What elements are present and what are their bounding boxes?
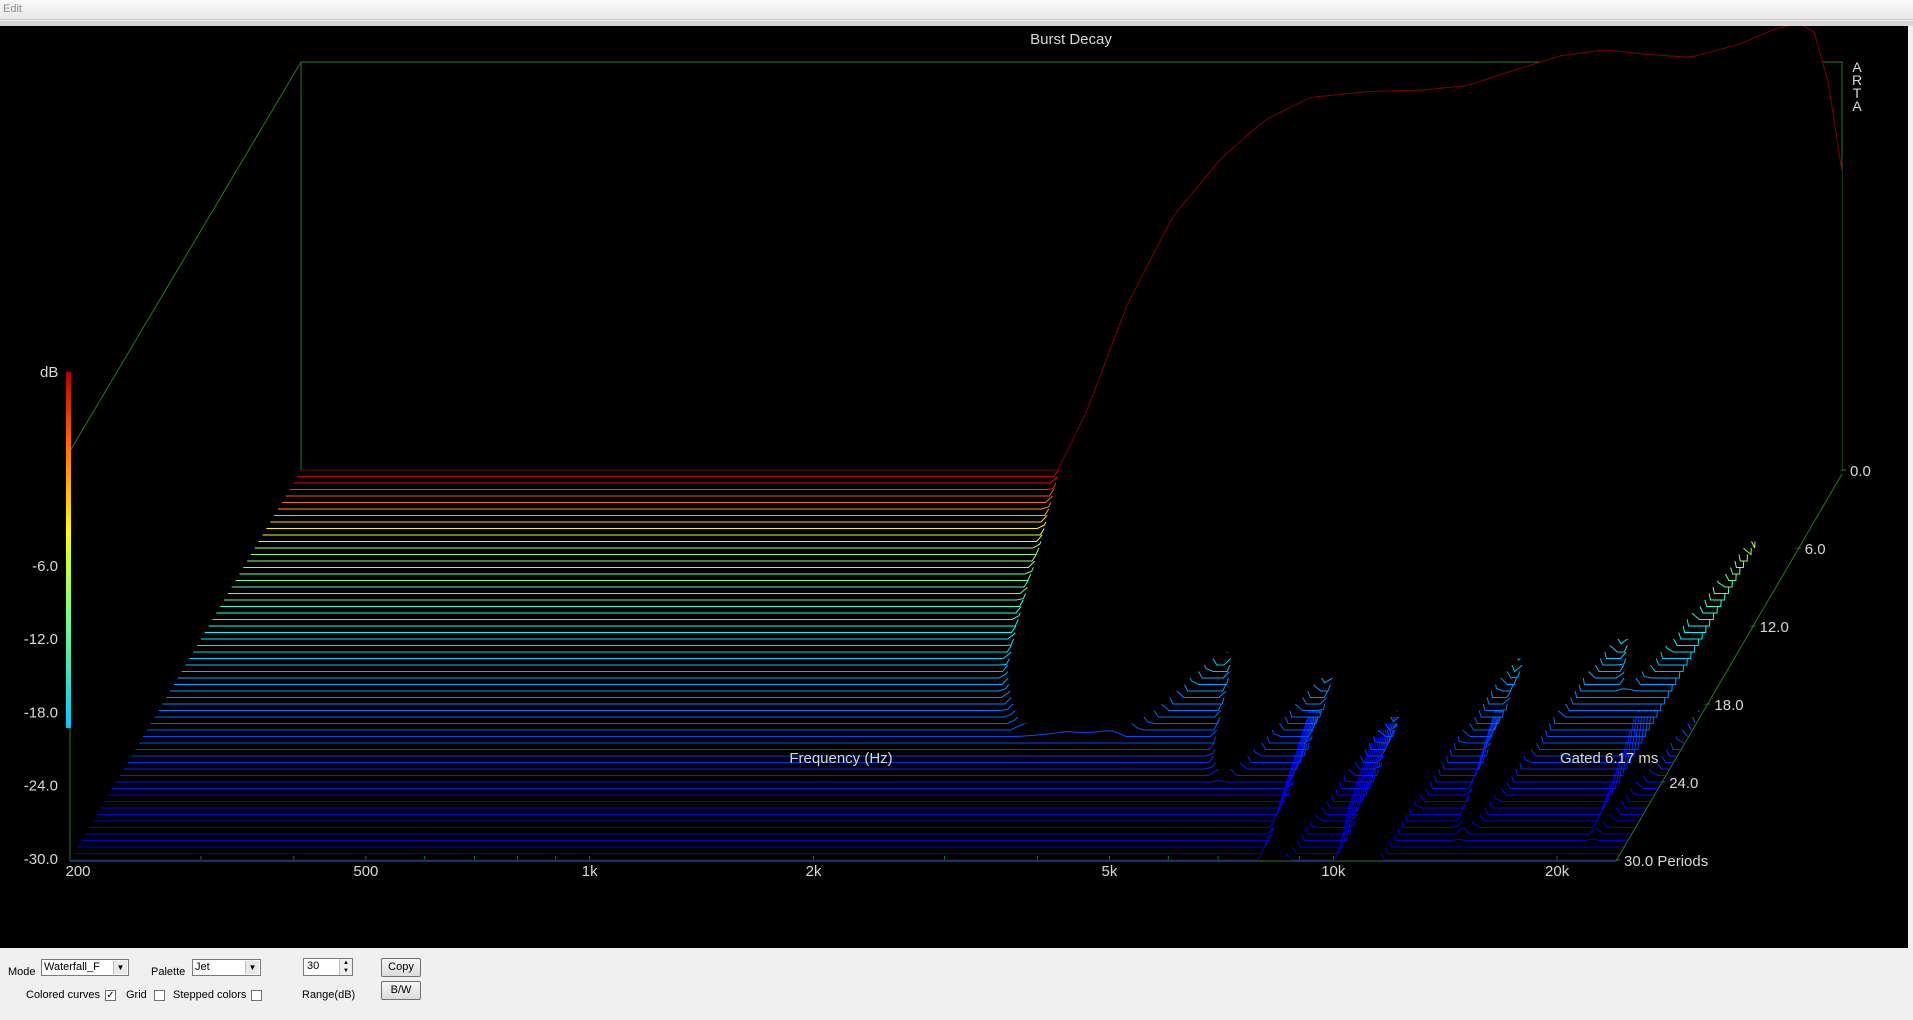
x-tick-label: 1k bbox=[582, 863, 598, 880]
waterfall-plot: Burst Decay dB Frequency (Hz) Gated 6.17… bbox=[0, 26, 1908, 948]
mode-label: Mode bbox=[8, 966, 36, 978]
range-label: Range(dB) bbox=[302, 989, 356, 1001]
palette-value: Jet bbox=[195, 961, 210, 973]
x-tick-label: 10k bbox=[1321, 863, 1346, 880]
mode-select[interactable]: Waterfall_F ▼ bbox=[41, 959, 129, 976]
decay-curves bbox=[70, 26, 1843, 861]
x-tick-label: 20k bbox=[1545, 863, 1570, 880]
chevron-down-icon: ▼ bbox=[113, 961, 127, 974]
controls-panel: Mode Waterfall_F ▼ Palette Jet ▼ 30 ▲ ▼ R… bbox=[0, 948, 1913, 1020]
stepped-colors-label: Stepped colors bbox=[173, 989, 247, 1001]
grid-checkbox[interactable] bbox=[154, 990, 165, 1001]
z-tick-label: 24.0 bbox=[1669, 775, 1698, 792]
color-bar bbox=[66, 372, 71, 728]
copy-button[interactable]: Copy bbox=[381, 958, 421, 977]
z-tick-label: 30.0 Periods bbox=[1624, 853, 1708, 870]
range-value: 30 bbox=[307, 960, 320, 972]
x-tick-label: 500 bbox=[353, 863, 378, 880]
diagonal-frame-line bbox=[69, 61, 302, 452]
colorbar-tick-label: -30.0 bbox=[24, 851, 58, 868]
colorbar-label: dB bbox=[40, 364, 58, 381]
x-tick-label: 2k bbox=[806, 863, 822, 880]
menu-edit[interactable]: Edit bbox=[3, 3, 22, 15]
spinner-arrows-icon[interactable]: ▲ ▼ bbox=[339, 959, 352, 975]
palette-label: Palette bbox=[151, 966, 186, 978]
colorbar-tick-label: -12.0 bbox=[24, 631, 58, 648]
range-spinner[interactable]: 30 ▲ ▼ bbox=[303, 958, 353, 976]
menu-bar: Edit bbox=[0, 0, 1913, 20]
z-tick-label: 0.0 bbox=[1850, 463, 1871, 480]
waterfall-svg: Burst Decay dB Frequency (Hz) Gated 6.17… bbox=[24, 26, 1871, 880]
x-axis-title: Frequency (Hz) bbox=[789, 750, 892, 767]
colorbar-tick-label: -24.0 bbox=[24, 778, 58, 795]
chart-title: Burst Decay bbox=[1030, 31, 1112, 48]
colorbar-tick-label: -6.0 bbox=[32, 558, 58, 575]
stepped-colors-checkbox[interactable] bbox=[251, 990, 262, 1001]
bw-button[interactable]: B/W bbox=[381, 981, 421, 1000]
gated-note: Gated 6.17 ms bbox=[1560, 750, 1658, 767]
x-tick-label: 5k bbox=[1102, 863, 1118, 880]
colored-curves-label: Colored curves bbox=[26, 989, 100, 1001]
z-tick-label: 12.0 bbox=[1760, 619, 1789, 636]
colorbar-tick-label: -18.0 bbox=[24, 704, 58, 721]
z-tick-label: 6.0 bbox=[1805, 541, 1826, 558]
arta-watermark: ARTA bbox=[1852, 59, 1862, 114]
watermark-letter: A bbox=[1852, 98, 1862, 114]
colored-curves-checkbox[interactable]: ✓ bbox=[105, 990, 116, 1001]
checkmark-icon: ✓ bbox=[106, 990, 115, 1001]
palette-select[interactable]: Jet ▼ bbox=[192, 959, 261, 976]
chevron-down-icon: ▼ bbox=[245, 961, 259, 974]
z-tick-label: 18.0 bbox=[1714, 697, 1743, 714]
x-tick-label: 200 bbox=[65, 863, 90, 880]
mode-value: Waterfall_F bbox=[44, 961, 100, 973]
grid-label: Grid bbox=[126, 989, 147, 1001]
